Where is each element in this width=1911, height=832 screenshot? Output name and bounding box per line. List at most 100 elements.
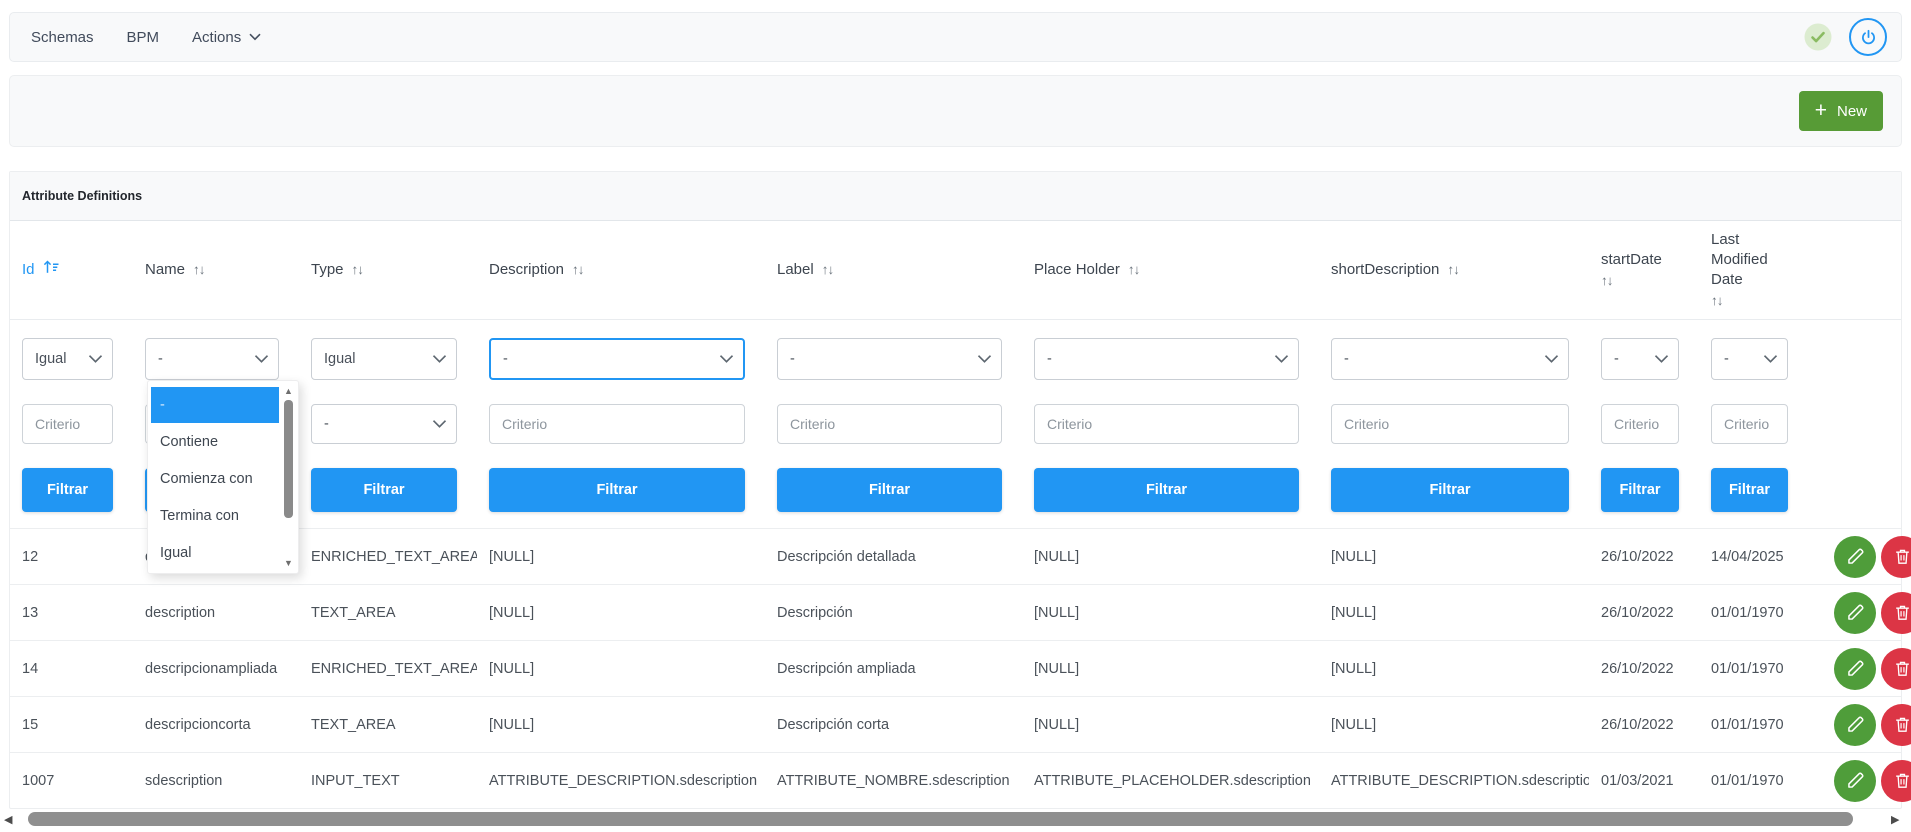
place_holder-filter-criteria-input[interactable] bbox=[1034, 404, 1299, 444]
label-cell: Descripción ampliada bbox=[765, 641, 1022, 696]
description-filter-criteria-input[interactable] bbox=[489, 404, 745, 444]
label-cell: Descripción bbox=[765, 585, 1022, 640]
dropdown-option[interactable]: Comienza con bbox=[148, 460, 298, 497]
scroll-left-icon[interactable]: ◀ bbox=[4, 813, 12, 827]
delete-button[interactable] bbox=[1881, 704, 1911, 746]
type-filter-button[interactable]: Filtrar bbox=[311, 468, 457, 512]
dropdown-option[interactable]: Termina con bbox=[148, 497, 298, 534]
column-header-id[interactable]: Id bbox=[10, 221, 133, 319]
place_holder-filter-button[interactable]: Filtrar bbox=[1034, 468, 1299, 512]
column-header-place_holder[interactable]: Place Holder↑↓ bbox=[1022, 221, 1319, 319]
edit-button[interactable] bbox=[1834, 760, 1876, 802]
scroll-right-icon[interactable]: ▶ bbox=[1891, 813, 1899, 827]
row-actions-cell bbox=[1808, 697, 1911, 752]
column-header-description[interactable]: Description↑↓ bbox=[477, 221, 765, 319]
short_description-filter-operator-select[interactable]: - bbox=[1331, 338, 1569, 380]
table-header-row: IdName↑↓Type↑↓Description↑↓Label↑↓Place … bbox=[10, 221, 1901, 320]
power-button[interactable] bbox=[1849, 18, 1887, 56]
selected-operator-value: - bbox=[324, 416, 329, 432]
delete-button[interactable] bbox=[1881, 536, 1911, 578]
dropdown-option[interactable]: Igual bbox=[148, 534, 298, 571]
edit-button[interactable] bbox=[1834, 704, 1876, 746]
label-filter-operator-select[interactable]: - bbox=[777, 338, 1002, 380]
start_date-filter-button[interactable]: Filtrar bbox=[1601, 468, 1679, 512]
filter-cell-short_description: - Filtrar bbox=[1319, 320, 1589, 528]
filter-cell-id: Igual Filtrar bbox=[10, 320, 133, 528]
column-label: Place Holder bbox=[1034, 260, 1120, 280]
description-filter-button[interactable]: Filtrar bbox=[489, 468, 745, 512]
column-header-last_modified_date[interactable]: Last Modified Date↑↓ bbox=[1699, 221, 1808, 319]
id-cell: 1007 bbox=[10, 753, 133, 808]
scroll-up-icon[interactable]: ▲ bbox=[284, 386, 293, 396]
type-filter-value-select[interactable]: - bbox=[311, 404, 457, 444]
column-header-label[interactable]: Label↑↓ bbox=[765, 221, 1022, 319]
short_description-cell: [NULL] bbox=[1319, 529, 1589, 584]
last_modified_date-filter-button[interactable]: Filtrar bbox=[1711, 468, 1788, 512]
delete-button[interactable] bbox=[1881, 760, 1911, 802]
last_modified_date-filter-operator-select[interactable]: - bbox=[1711, 338, 1788, 380]
edit-button[interactable] bbox=[1834, 648, 1876, 690]
nav-item-schemas[interactable]: Schemas bbox=[31, 29, 94, 46]
chevron-down-icon bbox=[1654, 355, 1669, 364]
id-filter-button[interactable]: Filtrar bbox=[22, 468, 113, 512]
column-header-name[interactable]: Name↑↓ bbox=[133, 221, 299, 319]
label-filter-button[interactable]: Filtrar bbox=[777, 468, 1002, 512]
column-header-content: Description↑↓ bbox=[489, 260, 584, 280]
short_description-filter-criteria-input[interactable] bbox=[1331, 404, 1569, 444]
edit-button[interactable] bbox=[1834, 592, 1876, 634]
place_holder-filter-operator-select[interactable]: - bbox=[1034, 338, 1299, 380]
new-button[interactable]: + New bbox=[1799, 91, 1883, 131]
start_date-cell: 26/10/2022 bbox=[1589, 585, 1699, 640]
plus-icon: + bbox=[1815, 100, 1827, 121]
type-cell: ENRICHED_TEXT_AREA bbox=[299, 529, 477, 584]
label-cell: Descripción detallada bbox=[765, 529, 1022, 584]
selected-operator-value: Igual bbox=[324, 351, 355, 367]
short_description-cell: [NULL] bbox=[1319, 641, 1589, 696]
column-header-short_description[interactable]: shortDescription↑↓ bbox=[1319, 221, 1589, 319]
power-icon bbox=[1859, 28, 1878, 47]
type-filter-operator-select[interactable]: Igual bbox=[311, 338, 457, 380]
id-cell: 13 bbox=[10, 585, 133, 640]
horizontal-scrollbar-thumb[interactable] bbox=[28, 812, 1853, 826]
column-header-content: shortDescription↑↓ bbox=[1331, 260, 1459, 280]
short_description-cell: ATTRIBUTE_DESCRIPTION.sdescription bbox=[1319, 753, 1589, 808]
row-actions-cell bbox=[1808, 753, 1911, 808]
description-filter-operator-select[interactable]: - bbox=[489, 338, 745, 380]
column-header-type[interactable]: Type↑↓ bbox=[299, 221, 477, 319]
place_holder-cell: ATTRIBUTE_PLACEHOLDER.sdescription bbox=[1022, 753, 1319, 808]
column-header-start_date[interactable]: startDate↑↓ bbox=[1589, 221, 1699, 319]
scroll-down-icon[interactable]: ▼ bbox=[284, 558, 293, 568]
id-filter-operator-select[interactable]: Igual bbox=[22, 338, 113, 380]
trash-icon bbox=[1893, 659, 1911, 678]
row-actions-cell bbox=[1808, 585, 1911, 640]
name-cell: descripcioncorta bbox=[133, 697, 299, 752]
nav-item-label: Schemas bbox=[31, 29, 94, 46]
selected-operator-value: - bbox=[1047, 351, 1052, 367]
name-cell: sdescription bbox=[133, 753, 299, 808]
selected-operator-value: - bbox=[1724, 351, 1729, 367]
id-filter-criteria-input[interactable] bbox=[22, 404, 113, 444]
label-cell: ATTRIBUTE_NOMBRE.sdescription bbox=[765, 753, 1022, 808]
nav-item-actions[interactable]: Actions bbox=[192, 29, 261, 46]
dropdown-option[interactable]: Contiene bbox=[148, 423, 298, 460]
dropdown-scrollbar-thumb[interactable] bbox=[284, 400, 293, 518]
chevron-down-icon bbox=[1763, 355, 1778, 364]
filter-cell-start_date: - Filtrar bbox=[1589, 320, 1699, 528]
nav-item-label: BPM bbox=[127, 29, 160, 46]
last_modified_date-filter-criteria-input[interactable] bbox=[1711, 404, 1788, 444]
start_date-filter-criteria-input[interactable] bbox=[1601, 404, 1679, 444]
short_description-filter-button[interactable]: Filtrar bbox=[1331, 468, 1569, 512]
table-row: 14descripcionampliadaENRICHED_TEXT_AREA[… bbox=[10, 640, 1901, 696]
delete-button[interactable] bbox=[1881, 592, 1911, 634]
selected-operator-value: - bbox=[1344, 351, 1349, 367]
dropdown-option[interactable]: - bbox=[151, 387, 279, 423]
nav-item-bpm[interactable]: BPM bbox=[127, 29, 160, 46]
name-filter-operator-select[interactable]: - bbox=[145, 338, 279, 380]
start_date-filter-operator-select[interactable]: - bbox=[1601, 338, 1679, 380]
chevron-down-icon bbox=[88, 355, 103, 364]
label-filter-criteria-input[interactable] bbox=[777, 404, 1002, 444]
edit-button[interactable] bbox=[1834, 536, 1876, 578]
delete-button[interactable] bbox=[1881, 648, 1911, 690]
filter-cell-actions bbox=[1808, 320, 1901, 528]
selected-operator-value: - bbox=[158, 351, 163, 367]
